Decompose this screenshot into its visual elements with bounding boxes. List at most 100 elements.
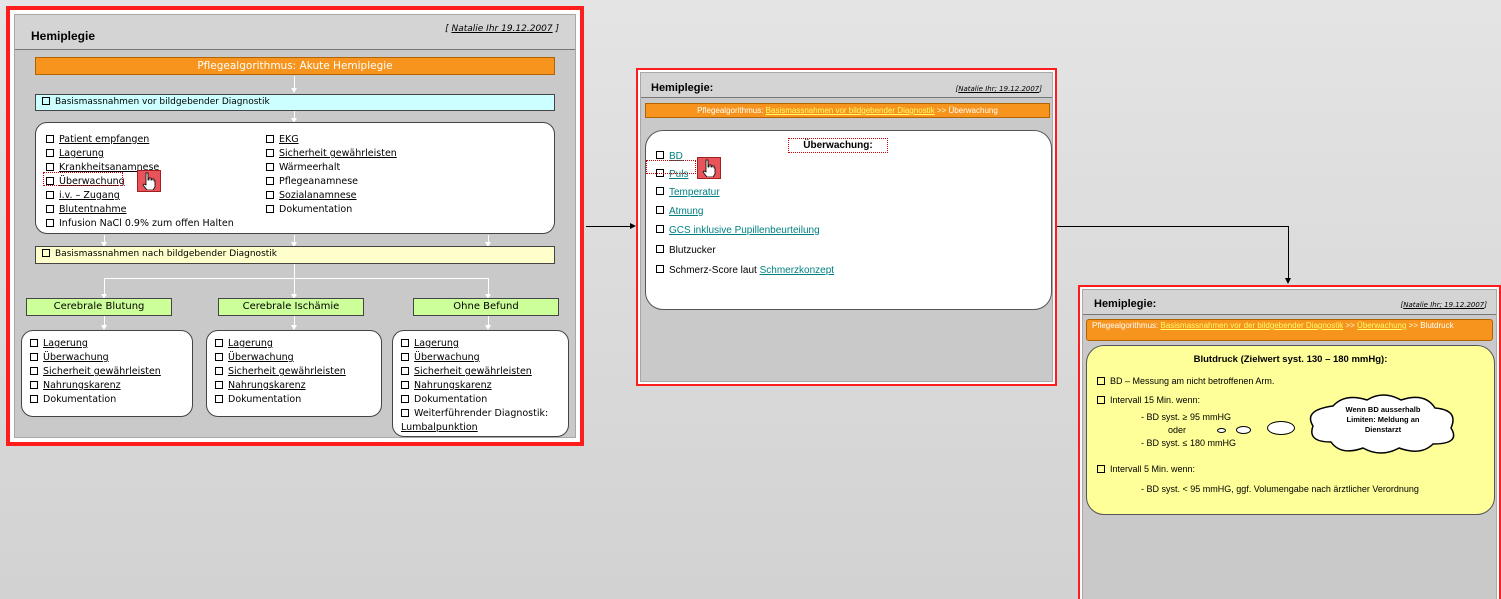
list-item[interactable]: Lagerung: [46, 147, 234, 161]
author-stamp: [Natalie Ihr; 19.12.2007]: [1400, 301, 1488, 309]
breadcrumb-link[interactable]: Basismassnahmen vor bildgebender Diagnos…: [766, 106, 935, 115]
list-item[interactable]: Lagerung: [215, 337, 346, 351]
list-item: BD – Messung am nicht betroffenen Arm.: [1097, 376, 1274, 386]
list-item[interactable]: Überwachung: [30, 351, 161, 365]
branch-cerebrale-blutung[interactable]: Cerebrale Blutung: [26, 298, 172, 316]
ueberwachung-highlight[interactable]: [43, 172, 123, 186]
blood-pressure-panel-frame: Hemiplegie: [Natalie Ihr; 19.12.2007] Pf…: [1080, 287, 1499, 599]
list-item: Blutzucker: [656, 245, 716, 256]
list-item[interactable]: Patient empfangen: [46, 133, 234, 147]
list-item-link[interactable]: Lagerung: [59, 148, 104, 159]
list-item-link[interactable]: Blutentnahme: [59, 204, 126, 215]
branch-list-ischaemie: Lagerung Überwachung Sicherheit gewährleis…: [206, 330, 382, 417]
list-item: Intervall 5 Min. wenn:: [1097, 464, 1195, 474]
list-item[interactable]: Atmung: [656, 206, 703, 217]
checkbox-icon: [46, 190, 54, 199]
list-item[interactable]: Nahrungskarenz: [30, 379, 161, 393]
list-item: Weiterführender Diagnostik:: [401, 407, 548, 421]
thought-bubble-dot: [1267, 421, 1295, 435]
list-item[interactable]: Sicherheit gewährleisten: [401, 365, 548, 379]
list-item-link[interactable]: i.v. – Zugang: [59, 190, 120, 201]
breadcrumb: Pflegealgorithmus: Basismassnahmen vor d…: [1086, 319, 1493, 341]
author-stamp: [Natalie Ihr; 19.12.2007]: [955, 85, 1043, 93]
list-item: Dokumentation: [266, 203, 397, 217]
list-item-link[interactable]: Patient empfangen: [59, 134, 149, 145]
branch-ohne-befund[interactable]: Ohne Befund: [413, 298, 559, 316]
author-link[interactable]: Natalie Ihr 19.12.2007: [451, 24, 552, 34]
algorithm-header: Pflegealgorithmus: Akute Hemiplegie: [35, 57, 555, 75]
list-item-link[interactable]: Überwachung: [228, 352, 294, 363]
checkbox-icon: [30, 352, 38, 361]
schmerzkonzept-link[interactable]: Schmerzkonzept: [760, 265, 834, 276]
list-item-link[interactable]: Lagerung: [43, 338, 88, 349]
author-link[interactable]: Natalie Ihr; 19.12.2007: [1403, 301, 1484, 309]
list-item[interactable]: Lagerung: [30, 337, 161, 351]
checkbox-icon: [656, 265, 664, 274]
breadcrumb-link[interactable]: Basismassnahmen vor der bildgebender Dia…: [1160, 321, 1343, 330]
list-item-link[interactable]: Sicherheit gewährleisten: [414, 366, 532, 377]
checkbox-icon: [656, 225, 664, 234]
list-item[interactable]: Lumbalpunktion: [401, 421, 548, 435]
list-item-link[interactable]: Nahrungskarenz: [228, 380, 306, 391]
list-item: Intervall 15 Min. wenn:: [1097, 395, 1200, 405]
list-item[interactable]: Sicherheit gewährleisten: [215, 365, 346, 379]
hand-cursor-icon: [137, 170, 161, 192]
list-item[interactable]: Überwachung: [401, 351, 548, 365]
list-item[interactable]: Temperatur: [656, 187, 720, 198]
checkbox-icon: [401, 366, 409, 375]
branch-list-blutung: Lagerung Überwachung Sicherheit gewährleis…: [21, 330, 193, 417]
branch-cerebrale-ischaemie[interactable]: Cerebrale Ischämie: [218, 298, 364, 316]
condition-text: - BD syst. < 95 mmHG, ggf. Volumengabe n…: [1141, 484, 1419, 494]
before-imaging-label: Basismassnahmen vor bildgebender Diagnos…: [55, 97, 270, 107]
list-item-link[interactable]: Atmung: [669, 206, 703, 217]
checkbox-icon: [215, 394, 223, 403]
list-item[interactable]: Nahrungskarenz: [215, 379, 346, 393]
list-item-label: Dokumentation: [279, 204, 353, 215]
blood-pressure-panel-content: Hemiplegie: [Natalie Ihr; 19.12.2007] Pf…: [1082, 289, 1497, 599]
list-item-link[interactable]: Überwachung: [43, 352, 109, 363]
list-item[interactable]: EKG: [266, 133, 397, 147]
bd-highlight[interactable]: [646, 160, 696, 174]
list-item: Pflegeanamnese: [266, 175, 397, 189]
lumbalpunktion-link[interactable]: Lumbalpunktion: [401, 422, 478, 433]
list-item-link[interactable]: Sicherheit gewährleisten: [279, 148, 397, 159]
list-item-link[interactable]: Temperatur: [669, 187, 720, 198]
list-item-link[interactable]: Nahrungskarenz: [414, 380, 492, 391]
list-item[interactable]: Sicherheit gewährleisten: [266, 147, 397, 161]
hand-cursor-icon: [697, 157, 721, 179]
page-title: Hemiplegie: [31, 29, 96, 43]
arrowhead-icon: [1285, 278, 1291, 284]
author-link[interactable]: Natalie Ihr; 19.12.2007: [958, 85, 1039, 93]
list-item-link[interactable]: Nahrungskarenz: [43, 380, 121, 391]
checkbox-icon: [401, 408, 409, 417]
list-item[interactable]: Sozialanamnese: [266, 189, 397, 203]
checkbox-icon: [401, 338, 409, 347]
list-item-label: Weiterführender Diagnostik:: [414, 408, 549, 419]
list-item-label: Dokumentation: [43, 394, 117, 405]
breadcrumb-link-ueberwachung[interactable]: Überwachung: [1357, 321, 1406, 330]
list-item-link[interactable]: Sozialanamnese: [279, 190, 357, 201]
list-item[interactable]: GCS inklusive Pupillenbeurteilung: [656, 225, 820, 236]
list-item[interactable]: Nahrungskarenz: [401, 379, 548, 393]
list-item-link[interactable]: Sicherheit gewährleisten: [43, 366, 161, 377]
checkbox-icon: [46, 218, 54, 227]
checkbox-icon: [266, 134, 274, 143]
list-item-link[interactable]: EKG: [279, 134, 299, 145]
condition-text: - BD syst. ≥ 95 mmHG: [1141, 412, 1231, 422]
checkbox-icon: [266, 176, 274, 185]
before-imaging-box[interactable]: Basismassnahmen vor bildgebender Diagnos…: [35, 94, 555, 111]
list-item[interactable]: Blutentnahme: [46, 203, 234, 217]
list-item[interactable]: Überwachung: [215, 351, 346, 365]
blood-pressure-header: Hemiplegie: [Natalie Ihr; 19.12.2007]: [1083, 290, 1496, 315]
list-item[interactable]: Sicherheit gewährleisten: [30, 365, 161, 379]
list-item-link[interactable]: GCS inklusive Pupillenbeurteilung: [669, 225, 820, 236]
list-item-link[interactable]: Lagerung: [228, 338, 273, 349]
list-item: Schmerz-Score laut Schmerzkonzept: [656, 265, 834, 276]
list-item-link[interactable]: Lagerung: [414, 338, 459, 349]
after-imaging-box[interactable]: Basismassnahmen nach bildgebender Diagno…: [35, 246, 555, 264]
list-item[interactable]: Lagerung: [401, 337, 548, 351]
checkbox-icon: [656, 187, 664, 196]
list-item-link[interactable]: Überwachung: [414, 352, 480, 363]
list-item-link[interactable]: Sicherheit gewährleisten: [228, 366, 346, 377]
checkbox-icon: [30, 394, 38, 403]
